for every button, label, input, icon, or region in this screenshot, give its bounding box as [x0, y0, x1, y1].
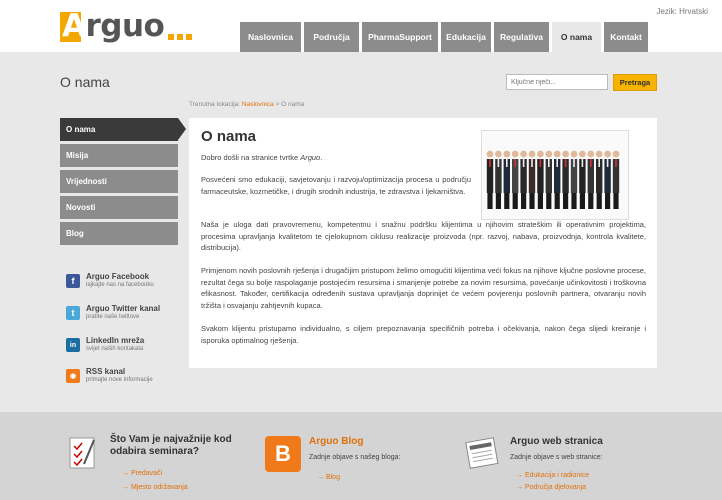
- search-button[interactable]: Pretraga: [613, 74, 657, 91]
- nav-edukacija[interactable]: Edukacija: [441, 22, 491, 52]
- link-podrucja[interactable]: → Područja djelovanja: [516, 484, 656, 491]
- sidebar-item-novosti[interactable]: Novosti: [60, 196, 178, 219]
- link-predavaci[interactable]: → Predavači: [122, 470, 242, 477]
- sidebar-item-o-nama[interactable]: O nama: [60, 118, 186, 141]
- checklist-icon: [69, 437, 95, 469]
- paragraph-5: Svakom klijentu pristupamo individualno,…: [201, 324, 646, 345]
- social-rss[interactable]: ◉ RSS kanal primajte nove informacije: [66, 367, 186, 383]
- sidebar-item-vrijednosti[interactable]: Vrijednosti: [60, 170, 178, 193]
- facebook-icon: f: [66, 274, 80, 288]
- newspaper-icon: [465, 437, 499, 469]
- sidebar-item-blog[interactable]: Blog: [60, 222, 178, 245]
- nav-podrucja[interactable]: Područja: [304, 22, 359, 52]
- nav-regulativa[interactable]: Regulativa: [494, 22, 549, 52]
- social-linkedin[interactable]: in LinkedIn mreža svijet naših kontakata: [66, 336, 186, 352]
- logo[interactable]: Arguo: [60, 8, 193, 44]
- seminar-title: Što Vam je najvažnije kod odabira semina…: [110, 434, 232, 457]
- breadcrumb-home-link[interactable]: Naslovnica: [242, 101, 274, 108]
- page-title: O nama: [60, 74, 110, 90]
- nav-o-nama[interactable]: O nama: [552, 22, 601, 52]
- logo-dots: [168, 34, 193, 40]
- header: Arguo Jezik: Hrvatski Naslovnica Područj…: [0, 0, 722, 52]
- nav-kontakt[interactable]: Kontakt: [604, 22, 648, 52]
- nav-pharmasupport[interactable]: PharmaSupport: [362, 22, 438, 52]
- logo-rest: rguo: [85, 8, 165, 44]
- rss-icon: ◉: [66, 369, 80, 383]
- content-heading: O nama: [201, 128, 257, 145]
- paragraph-2: Posvećeni smo edukaciji, savjetovanju i …: [201, 175, 471, 196]
- social-twitter[interactable]: t Arguo Twitter kanal pratite naše twitt…: [66, 304, 186, 320]
- social-facebook[interactable]: f Arguo Facebook lajkajte nas na faceboo…: [66, 272, 186, 288]
- search-input[interactable]: [506, 74, 608, 90]
- team-photo: [481, 130, 629, 220]
- link-blog[interactable]: → Blog: [317, 474, 417, 481]
- main-nav: Naslovnica Područja PharmaSupport Edukac…: [240, 22, 648, 52]
- linkedin-icon: in: [66, 338, 80, 352]
- web-title: Arguo web stranica: [510, 436, 603, 447]
- footer: Što Vam je najvažnije kod odabira semina…: [0, 412, 722, 500]
- breadcrumb: Trenutna lokacija: Naslovnica > O nama: [189, 101, 305, 108]
- link-edukacija[interactable]: → Edukacija i radionice: [516, 472, 656, 479]
- paragraph-3: Naša je uloga dati pravovremenu, kompete…: [201, 220, 646, 252]
- language-selector[interactable]: Jezik: Hrvatski: [656, 7, 708, 16]
- sidebar-nav: O nama Misija Vrijednosti Novosti Blog: [60, 118, 186, 248]
- paragraph-4: Primjenom novih poslovnih rješenja i dru…: [201, 266, 646, 310]
- blog-title[interactable]: Arguo Blog: [309, 436, 439, 447]
- breadcrumb-current: O nama: [281, 101, 305, 108]
- twitter-icon: t: [66, 306, 80, 320]
- nav-naslovnica[interactable]: Naslovnica: [240, 22, 301, 52]
- sidebar-item-misija[interactable]: Misija: [60, 144, 178, 167]
- logo-first-letter: A: [62, 8, 86, 44]
- intro-paragraph: Dobro došli na stranice tvrtke Arguo.: [201, 153, 323, 162]
- link-mjesto[interactable]: → Mjesto održavanja: [122, 484, 242, 491]
- main-content: O nama Dobro došli na stranice tvrtke Ar…: [189, 118, 657, 368]
- blogger-icon: B: [265, 436, 301, 472]
